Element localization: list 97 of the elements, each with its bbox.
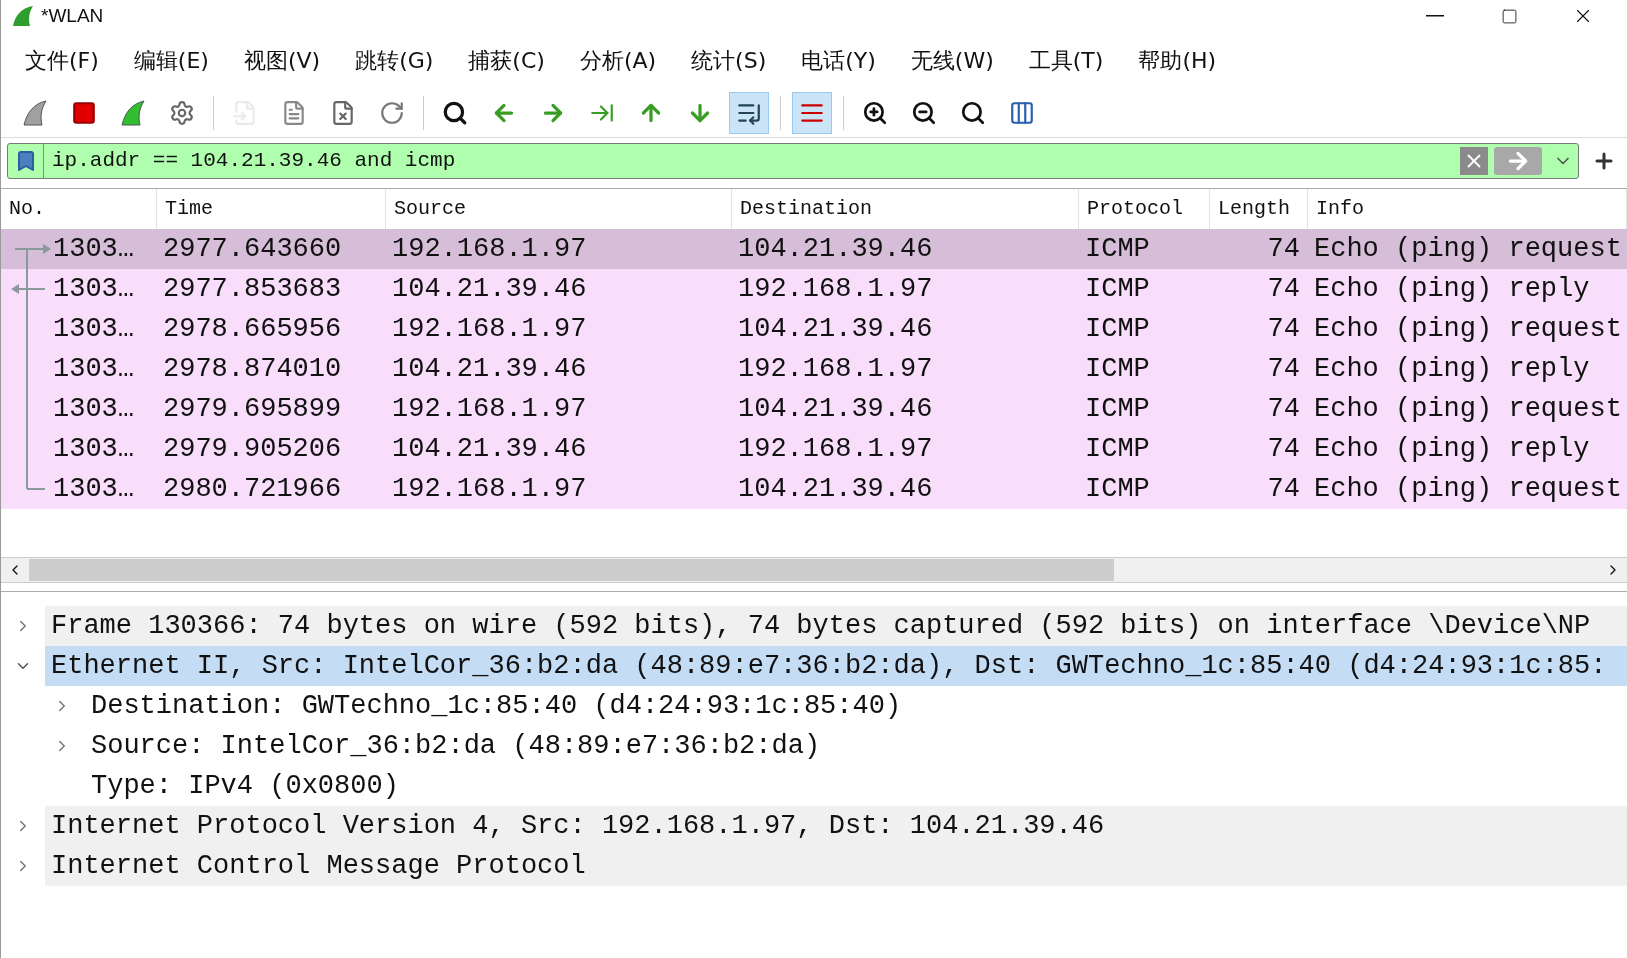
table-cell-text: 192.168.1.97 bbox=[738, 352, 933, 386]
table-cell-text: ICMP bbox=[1085, 232, 1150, 266]
app-logo-icon bbox=[11, 4, 35, 28]
table-cell-text: 2979.695899 bbox=[163, 392, 342, 426]
table-cell-text: 2978.665956 bbox=[163, 312, 342, 346]
window-title: *WLAN bbox=[41, 3, 104, 28]
table-cell-text: Echo (ping) request bbox=[1314, 232, 1622, 266]
menu-item[interactable]: 无线(W) bbox=[894, 43, 1010, 77]
table-cell-text: 2977.643660 bbox=[163, 232, 342, 266]
table-cell-text: ICMP bbox=[1085, 432, 1150, 466]
table-cell-text: 1303… bbox=[53, 352, 134, 386]
table-cell-text: 74 bbox=[1267, 432, 1300, 466]
table-cell-text: Echo (ping) reply bbox=[1314, 272, 1590, 306]
table-cell-text: 74 bbox=[1267, 312, 1300, 346]
table-cell-text: 74 bbox=[1267, 352, 1300, 386]
packet-row[interactable]: 1303… 2977.853683 104.21.39.46 192.168.1.97 ICMP 74 Echo (ping) reply bbox=[1, 269, 1627, 309]
packet-row[interactable]: 1303… 2979.695899 192.168.1.97 104.21.39.46 ICMP 74 Echo (ping) request bbox=[1, 389, 1627, 429]
table-cell-text: 104.21.39.46 bbox=[738, 392, 933, 426]
menu-item[interactable]: 帮助(H) bbox=[1122, 43, 1233, 77]
table-cell-text: 1303… bbox=[53, 232, 134, 266]
menu-item[interactable]: 跳转(G) bbox=[339, 43, 450, 77]
search-icon bbox=[442, 99, 468, 126]
menu-item[interactable]: 视图(V) bbox=[227, 43, 337, 77]
horizontal-scrollbar[interactable] bbox=[1, 557, 1627, 583]
table-cell-text: 2980.721966 bbox=[163, 472, 342, 506]
reload-icon bbox=[379, 99, 405, 126]
table-cell-text: Echo (ping) reply bbox=[1314, 432, 1590, 466]
menu-item[interactable]: 工具(T) bbox=[1012, 43, 1120, 77]
filter-text: ip.addr == 104.21.39.46 and icmp bbox=[51, 148, 456, 175]
menu-item[interactable]: 电话(Y) bbox=[785, 43, 892, 77]
detail-tree-row[interactable]: Internet Control Message Protocol bbox=[45, 846, 1627, 886]
table-cell-text: Echo (ping) request bbox=[1314, 312, 1622, 346]
settings-icon bbox=[169, 99, 195, 126]
detail-tree-row[interactable]: Source: IntelCor_36:b2:da (48:89:e7:36:b2:da) bbox=[85, 726, 1627, 766]
stop-icon bbox=[71, 99, 97, 126]
table-cell-text: 2978.874010 bbox=[163, 352, 342, 386]
resize-columns-icon bbox=[1009, 99, 1035, 126]
menu-item[interactable]: 统计(S) bbox=[675, 43, 783, 77]
shark-fin-icon bbox=[21, 98, 49, 127]
table-cell-text: 192.168.1.97 bbox=[392, 472, 587, 506]
table-cell-text: 1303… bbox=[53, 312, 134, 346]
detail-tree-row[interactable]: Frame 130366: 74 bytes on wire (592 bits), 74 bytes captured (592 bits) on interface \Device\NP bbox=[45, 606, 1627, 646]
table-cell-text: ICMP bbox=[1085, 312, 1150, 346]
display-filter-field[interactable]: ip.addr == 104.21.39.46 and icmp bbox=[7, 143, 1579, 179]
file-close-icon bbox=[330, 99, 356, 126]
table-cell-text: 104.21.39.46 bbox=[738, 232, 933, 266]
packet-row[interactable]: 1303… 2980.721966 192.168.1.97 104.21.39.46 ICMP 74 Echo (ping) request bbox=[1, 469, 1627, 509]
table-cell-text: ICMP bbox=[1085, 472, 1150, 506]
menu-item[interactable]: 文件(F) bbox=[9, 43, 115, 77]
detail-tree-row[interactable]: Type: IPv4 (0x0800) bbox=[85, 766, 1627, 806]
table-cell-text: ICMP bbox=[1085, 272, 1150, 306]
table-cell-text: 192.168.1.97 bbox=[738, 272, 933, 306]
table-cell-text: 1303… bbox=[53, 272, 134, 306]
file-icon bbox=[281, 99, 307, 126]
table-cell-text: 74 bbox=[1267, 232, 1300, 266]
table-cell-text: 192.168.1.97 bbox=[392, 232, 587, 266]
apply-filter-button[interactable] bbox=[1494, 147, 1542, 175]
table-cell-text: 2977.853683 bbox=[163, 272, 342, 306]
menu-item[interactable]: 编辑(E) bbox=[117, 43, 225, 77]
menu-item[interactable]: 捕获(C) bbox=[452, 43, 561, 77]
zoom-in-icon bbox=[862, 99, 888, 126]
table-cell-text: 192.168.1.97 bbox=[392, 392, 587, 426]
table-cell-text: ICMP bbox=[1085, 392, 1150, 426]
minimize-icon bbox=[1426, 15, 1444, 17]
table-cell-text: 74 bbox=[1267, 272, 1300, 306]
scrollbar-thumb[interactable] bbox=[29, 559, 1114, 581]
packet-row[interactable]: 1303… 2977.643660 192.168.1.97 104.21.39.46 ICMP 74 Echo (ping) request bbox=[1, 229, 1627, 269]
packet-row[interactable]: 1303… 2978.665956 192.168.1.97 104.21.39.46 ICMP 74 Echo (ping) request bbox=[1, 309, 1627, 349]
table-cell-text: 104.21.39.46 bbox=[392, 352, 587, 386]
table-cell-text: 2979.905206 bbox=[163, 432, 342, 466]
table-cell-text: ICMP bbox=[1085, 352, 1150, 386]
toolbar-button[interactable] bbox=[729, 91, 769, 134]
maximize-icon bbox=[1500, 7, 1518, 25]
table-cell-text: Echo (ping) reply bbox=[1314, 352, 1590, 386]
shark-fin-icon bbox=[119, 98, 147, 127]
packet-row[interactable]: 1303… 2979.905206 104.21.39.46 192.168.1.97 ICMP 74 Echo (ping) reply bbox=[1, 429, 1627, 469]
detail-tree-row[interactable]: Ethernet II, Src: IntelCor_36:b2:da (48:89:e7:36:b2:da), Dst: GWTechno_1c:85:40 (d4:24:93:1c:85: bbox=[45, 646, 1627, 686]
table-cell-text: 104.21.39.46 bbox=[392, 432, 587, 466]
detail-tree-row[interactable]: Internet Protocol Version 4, Src: 192.168.1.97, Dst: 104.21.39.46 bbox=[45, 806, 1627, 846]
table-cell-text: 1303… bbox=[53, 392, 134, 426]
table-cell-text: Echo (ping) request bbox=[1314, 472, 1622, 506]
table-cell-text: 74 bbox=[1267, 392, 1300, 426]
table-cell-text: 192.168.1.97 bbox=[392, 312, 587, 346]
table-cell-text: 192.168.1.97 bbox=[738, 432, 933, 466]
clear-filter-button[interactable] bbox=[1460, 147, 1488, 175]
table-cell-text: 104.21.39.46 bbox=[392, 272, 587, 306]
table-cell-text: 1303… bbox=[53, 432, 134, 466]
table-cell-text: 104.21.39.46 bbox=[738, 472, 933, 506]
table-cell-text: Echo (ping) request bbox=[1314, 392, 1622, 426]
table-cell-text: 104.21.39.46 bbox=[738, 312, 933, 346]
detail-tree-row[interactable]: Destination: GWTechno_1c:85:40 (d4:24:93:1c:85:40) bbox=[85, 686, 1627, 726]
packet-row[interactable]: 1303… 2978.874010 104.21.39.46 192.168.1.97 ICMP 74 Echo (ping) reply bbox=[1, 349, 1627, 389]
zoom-reset-icon bbox=[960, 99, 986, 126]
zoom-out-icon bbox=[911, 99, 937, 126]
menu-item[interactable]: 分析(A) bbox=[563, 43, 673, 77]
table-cell-text: 74 bbox=[1267, 472, 1300, 506]
table-cell-text: 1303… bbox=[53, 472, 134, 506]
